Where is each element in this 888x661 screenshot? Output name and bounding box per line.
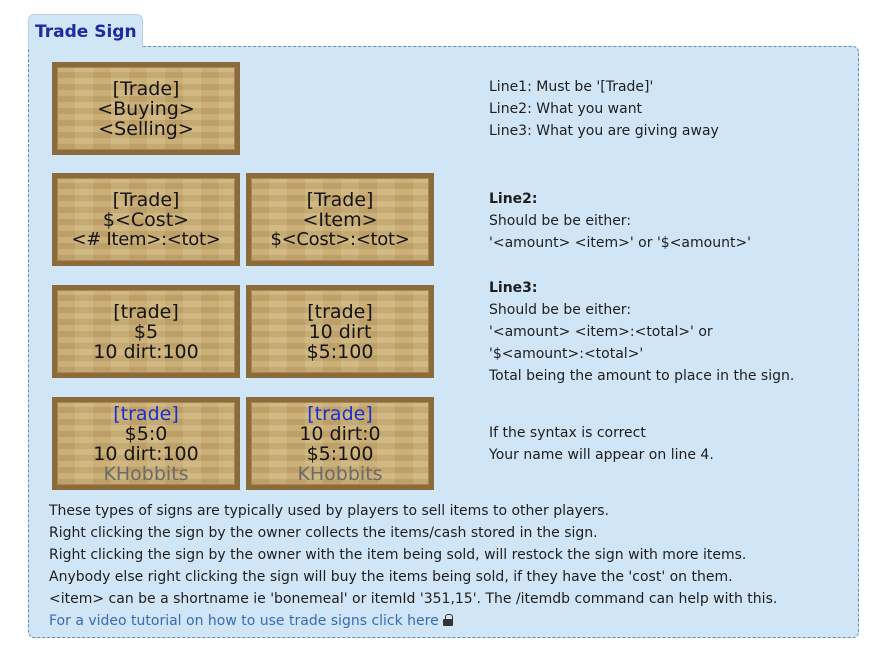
- sign-line-3: 10 dirt:100: [93, 340, 199, 363]
- sign-active-buy: [trade] 10 dirt:0 $5:100 KHobbits: [246, 397, 434, 490]
- desc-syntax-block: If the syntax is correct Your name will …: [489, 422, 714, 466]
- video-tutorial-link-text: For a video tutorial on how to use trade…: [49, 613, 439, 629]
- tab-trade-sign[interactable]: Trade Sign: [28, 14, 143, 48]
- sign-line-2: <Buying>: [97, 97, 195, 120]
- syntax-text-1: If the syntax is correct: [489, 425, 646, 441]
- sign-line-2: 10 dirt:0: [299, 422, 381, 445]
- sign-line-2: $<Cost>: [102, 208, 190, 231]
- sign-example-buy: [trade] 10 dirt $5:100: [246, 285, 434, 378]
- syntax-text-2: Your name will appear on line 4.: [489, 447, 714, 463]
- sign-line-1: [trade]: [307, 300, 373, 323]
- desc-line3-block: Line3: Should be be either: '<amount> <i…: [489, 277, 794, 387]
- sign-line-2: 10 dirt: [308, 320, 372, 343]
- sign-format-sell-cost: [Trade] $<Cost> <# Item>:<tot>: [52, 173, 240, 266]
- sign-line-4: KHobbits: [103, 462, 189, 485]
- sign-line-1: [Trade]: [112, 188, 180, 211]
- sign-line-2: <Item>: [302, 208, 378, 231]
- line3-text-1: Should be be either:: [489, 302, 632, 318]
- desc-line3: Line3: What you are giving away: [489, 123, 719, 139]
- desc-lines: Line1: Must be '[Trade]' Line2: What you…: [489, 76, 719, 142]
- desc-line1: Line1: Must be '[Trade]': [489, 79, 654, 95]
- line2-text-2: '<amount> <item>' or '$<amount>': [489, 235, 752, 251]
- sign-format-buy-item: [Trade] <Item> $<Cost>:<tot>: [246, 173, 434, 266]
- sign-line-1: [trade]: [113, 300, 179, 323]
- paragraph-line: Right clicking the sign by the owner wit…: [49, 547, 747, 563]
- sign-line-4: KHobbits: [297, 462, 383, 485]
- line2-heading: Line2:: [489, 191, 538, 207]
- sign-active-sell: [trade] $5:0 10 dirt:100 KHobbits: [52, 397, 240, 490]
- desc-line2: Line2: What you want: [489, 101, 643, 117]
- sign-line-1: [Trade]: [112, 77, 180, 100]
- usage-paragraph: These types of signs are typically used …: [49, 500, 777, 632]
- sign-line-3: $5:100: [306, 442, 374, 465]
- lock-icon: [442, 614, 453, 626]
- paragraph-line: <item> can be a shortname ie 'bonemeal' …: [49, 591, 778, 607]
- line3-heading: Line3:: [489, 280, 538, 296]
- sign-line-3: $5:100: [306, 340, 374, 363]
- tab-title: Trade Sign: [35, 22, 137, 42]
- sign-line-2: $5: [133, 320, 159, 343]
- sign-line-3: <Selling>: [98, 117, 194, 140]
- line3-text-4: Total being the amount to place in the s…: [489, 368, 795, 384]
- sign-line-3: 10 dirt:100: [93, 442, 199, 465]
- sign-line-1: [Trade]: [306, 188, 374, 211]
- line3-text-2: '<amount> <item>:<total>' or: [489, 324, 713, 340]
- line3-text-3: '$<amount>:<total>': [489, 346, 644, 362]
- sign-format-basic: [Trade] <Buying> <Selling>: [52, 62, 240, 155]
- desc-line2-block: Line2: Should be be either: '<amount> <i…: [489, 188, 751, 254]
- sign-line-3: $<Cost>:<tot>: [270, 228, 410, 250]
- paragraph-line: Anybody else right clicking the sign wil…: [49, 569, 733, 585]
- sign-example-sell: [trade] $5 10 dirt:100: [52, 285, 240, 378]
- paragraph-line: These types of signs are typically used …: [49, 503, 609, 519]
- sign-line-2: $5:0: [124, 422, 168, 445]
- sign-line-1: [trade]: [307, 402, 373, 425]
- video-tutorial-link[interactable]: For a video tutorial on how to use trade…: [49, 613, 439, 629]
- line2-text-1: Should be be either:: [489, 213, 632, 229]
- sign-line-3: <# Item>:<tot>: [71, 228, 221, 250]
- paragraph-line: Right clicking the sign by the owner col…: [49, 525, 598, 541]
- sign-line-1: [trade]: [113, 402, 179, 425]
